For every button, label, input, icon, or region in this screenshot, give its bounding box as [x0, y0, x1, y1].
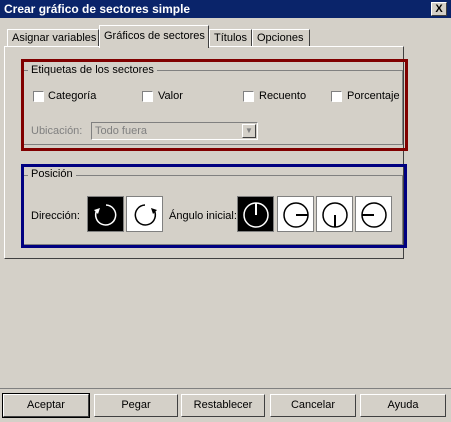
checkbox-recuento[interactable] [243, 91, 254, 102]
angle-label: Ángulo inicial: [169, 210, 237, 222]
title-bar: Crear gráfico de sectores simple X [0, 0, 451, 18]
checkbox-valor[interactable] [142, 91, 153, 102]
tab-opciones[interactable]: Opciones [252, 29, 310, 47]
counterclockwise-arrow-icon [134, 204, 157, 226]
direction-clockwise-button[interactable] [87, 196, 124, 232]
footer-divider [0, 388, 451, 389]
angle-12-button[interactable] [237, 196, 274, 232]
direction-counterclockwise-button[interactable] [126, 196, 163, 232]
angle-3-oclock-icon [283, 202, 309, 228]
checkbox-recuento-label: Recuento [259, 90, 307, 102]
checkbox-categoria[interactable] [33, 91, 44, 102]
tab-asignar-variables[interactable]: Asignar variables [7, 29, 99, 47]
direction-label: Dirección: [31, 210, 80, 222]
tab-titulos[interactable]: Títulos [209, 29, 252, 47]
cancel-button[interactable]: Cancelar [270, 394, 356, 417]
checkbox-porcentaje-label: Porcentaje [347, 90, 400, 102]
angle-9-oclock-icon [361, 202, 387, 228]
tab-graficos-de-sectores[interactable]: Gráficos de sectores [99, 25, 209, 48]
location-label: Ubicación: [31, 125, 83, 137]
window-title: Crear gráfico de sectores simple [4, 2, 191, 16]
checkbox-valor-label: Valor [158, 90, 183, 102]
accept-button[interactable]: Aceptar [2, 393, 90, 418]
help-button[interactable]: Ayuda [360, 394, 446, 417]
angle-12-oclock-icon [243, 202, 269, 228]
checkbox-porcentaje[interactable] [331, 91, 342, 102]
checkbox-categoria-label: Categoría [48, 90, 97, 102]
angle-6-oclock-icon [322, 202, 348, 228]
angle-3-button[interactable] [277, 196, 314, 232]
location-select[interactable]: Todo fuera ▼ [91, 122, 258, 140]
angle-9-button[interactable] [355, 196, 392, 232]
angle-6-button[interactable] [316, 196, 353, 232]
location-select-value: Todo fuera [95, 125, 147, 137]
chevron-down-icon[interactable]: ▼ [242, 124, 256, 138]
clockwise-arrow-icon [94, 204, 117, 226]
close-button[interactable]: X [431, 2, 447, 16]
reset-button[interactable]: Restablecer [181, 394, 265, 417]
paste-button[interactable]: Pegar [94, 394, 178, 417]
